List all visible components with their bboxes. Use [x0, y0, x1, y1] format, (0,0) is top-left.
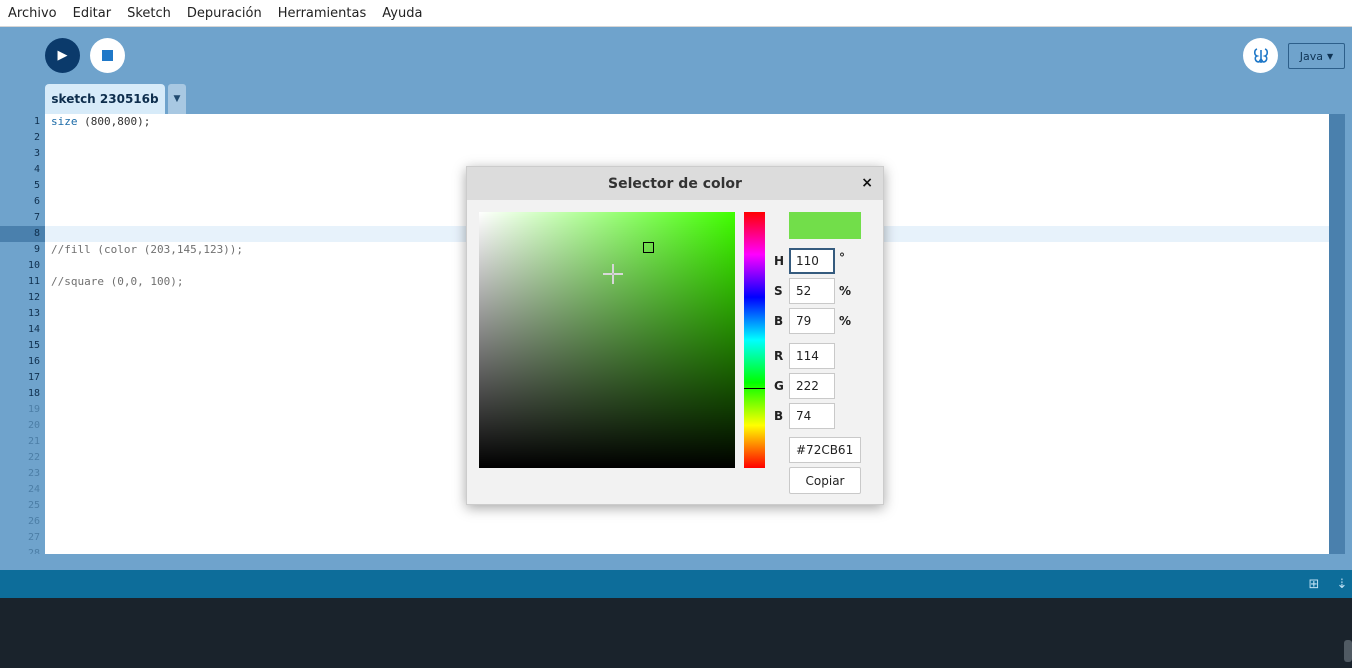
- label-b: B: [774, 314, 784, 328]
- line-number: 25: [27, 500, 40, 511]
- unit-percent-b: %: [839, 314, 852, 328]
- line-number: 27: [27, 532, 40, 543]
- tab-sketch[interactable]: sketch 230516b: [45, 84, 165, 114]
- line-number: 6: [33, 196, 40, 207]
- dialog-title: Selector de color ×: [467, 167, 883, 200]
- mode-label: Java: [1299, 49, 1324, 63]
- chevron-down-icon: ▼: [1327, 51, 1334, 61]
- hex-field[interactable]: #72CB61: [789, 437, 861, 463]
- line-number: 14: [27, 324, 40, 335]
- hue-slider[interactable]: [744, 212, 765, 468]
- copy-button[interactable]: Copiar: [789, 467, 861, 494]
- crosshair-cursor-icon: [603, 264, 623, 284]
- line-number: 16: [27, 356, 40, 367]
- line-number: 1: [33, 116, 40, 127]
- play-icon: ▶: [57, 48, 68, 63]
- dialog-title-text: Selector de color: [608, 175, 742, 192]
- line-number: 17: [27, 372, 40, 383]
- line-number: 12: [27, 292, 40, 303]
- close-icon[interactable]: ×: [861, 175, 873, 191]
- line-number: 24: [27, 484, 40, 495]
- label-r: R: [774, 349, 784, 363]
- menu-bar: Archivo Editar Sketch Depuración Herrami…: [0, 0, 1352, 27]
- line-number: 23: [27, 468, 40, 479]
- saturation-brightness-marker[interactable]: [643, 242, 654, 253]
- label-blue: B: [774, 409, 784, 423]
- code-keyword: size: [51, 115, 78, 128]
- line-number: 2: [33, 132, 40, 143]
- menu-depuracion[interactable]: Depuración: [187, 6, 262, 21]
- brightness-field[interactable]: 79: [789, 308, 835, 334]
- code-line-1: size (800,800);: [45, 114, 1329, 130]
- tab-menu-button[interactable]: ▼: [168, 84, 186, 114]
- color-selector-dialog: Selector de color × H 110 ° S 52 % B 79 …: [466, 166, 884, 505]
- line-number: 28: [27, 548, 40, 554]
- line-number: 7: [33, 212, 40, 223]
- blue-field[interactable]: 74: [789, 403, 835, 429]
- color-preview-swatch: [789, 212, 861, 239]
- green-field[interactable]: 222: [789, 373, 835, 399]
- stop-icon: [102, 50, 113, 61]
- line-number: 26: [27, 516, 40, 527]
- red-field[interactable]: 114: [789, 343, 835, 369]
- console-output: [0, 598, 1352, 668]
- line-number: 19: [27, 404, 40, 415]
- line-number: 5: [33, 180, 40, 191]
- line-number: 3: [33, 148, 40, 159]
- butterfly-icon: [1253, 47, 1268, 63]
- line-number: 11: [27, 276, 40, 287]
- line-number: 22: [27, 452, 40, 463]
- debugger-button[interactable]: [1243, 38, 1278, 73]
- console-splitter[interactable]: [0, 554, 1352, 570]
- line-number: 9: [33, 244, 40, 255]
- line-number: 10: [27, 260, 40, 271]
- minimize-console-icon[interactable]: ⇣: [1334, 576, 1350, 592]
- line-number: 18: [27, 388, 40, 399]
- chevron-down-icon: ▼: [173, 94, 181, 104]
- clear-console-icon[interactable]: ⊞: [1306, 576, 1322, 592]
- stop-button[interactable]: [90, 38, 125, 73]
- editor-scrollbar[interactable]: [1329, 114, 1345, 554]
- hue-field[interactable]: 110: [789, 248, 835, 274]
- saturation-field[interactable]: 52: [789, 278, 835, 304]
- menu-sketch[interactable]: Sketch: [127, 6, 171, 21]
- line-number: 21: [27, 436, 40, 447]
- label-s: S: [774, 284, 783, 298]
- line-number: 15: [27, 340, 40, 351]
- console-scrollbar[interactable]: [1344, 640, 1352, 662]
- label-g: G: [774, 379, 784, 393]
- line-number: 4: [33, 164, 40, 175]
- menu-herramientas[interactable]: Herramientas: [278, 6, 367, 21]
- hue-slider-marker[interactable]: [744, 388, 765, 389]
- toolbar: ▶ Java ▼: [0, 27, 1352, 83]
- line-number: 20: [27, 420, 40, 431]
- saturation-brightness-picker[interactable]: [479, 212, 735, 468]
- menu-ayuda[interactable]: Ayuda: [382, 6, 422, 21]
- unit-percent-s: %: [839, 284, 852, 298]
- code-text: (800,800);: [77, 115, 151, 128]
- menu-archivo[interactable]: Archivo: [8, 6, 57, 21]
- run-button[interactable]: ▶: [45, 38, 80, 73]
- menu-editar[interactable]: Editar: [73, 6, 112, 21]
- line-number: 8: [0, 226, 45, 242]
- mode-selector[interactable]: Java ▼: [1288, 43, 1345, 69]
- line-number: 13: [27, 308, 40, 319]
- label-h: H: [774, 254, 785, 268]
- console-header: ⊞ ⇣: [0, 570, 1352, 598]
- line-number-gutter: 1 2 3 4 5 6 7 8 9 10 11 12 13 14 15 16 17 18 19 20 21 22 23 24 2…: [0, 114, 45, 554]
- unit-degree: °: [839, 251, 845, 265]
